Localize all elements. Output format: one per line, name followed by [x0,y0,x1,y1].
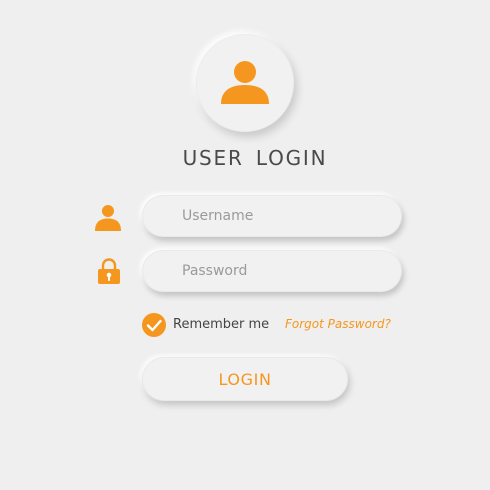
forgot-password-link[interactable]: Forgot Password? [285,317,391,331]
user-icon [94,203,122,235]
user-icon [221,61,269,104]
padlock-icon [97,257,121,289]
avatar [196,34,294,132]
password-input[interactable] [142,250,402,292]
login-button[interactable]: LOGIN [142,357,348,401]
remember-me-label[interactable]: Remember me [173,317,269,332]
remember-me-checkbox[interactable] [142,313,166,337]
page-title: USER LOGIN [182,146,328,170]
password-field[interactable] [142,250,402,292]
username-field[interactable] [142,195,402,237]
checkmark-icon [146,319,162,332]
username-input[interactable] [142,195,402,237]
